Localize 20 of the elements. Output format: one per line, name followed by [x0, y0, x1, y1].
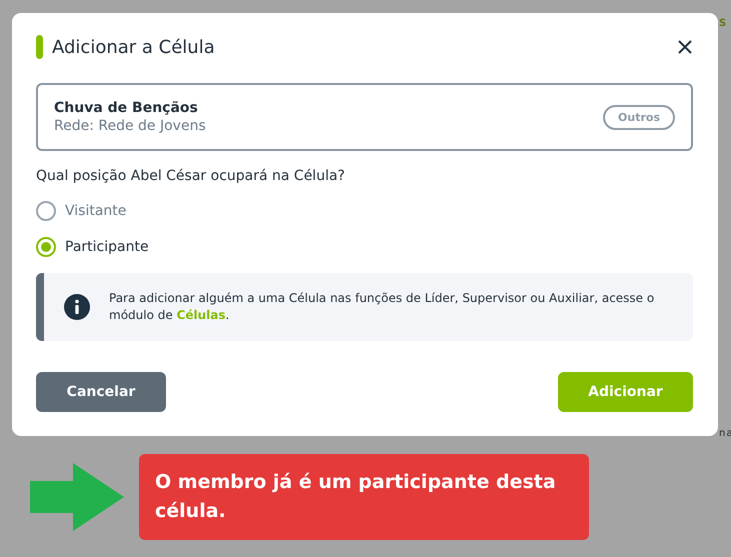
radio-label: Participante: [65, 239, 149, 255]
notice-text: Para adicionar alguém a uma Célula nas funções de Líder, Supervisor ou Auxiliar, acesse o módulo de Células.: [109, 290, 656, 324]
toast-message: O membro já é um participante desta célula.: [155, 470, 557, 524]
add-button[interactable]: Adicionar: [558, 372, 693, 412]
link[interactable]: S: [719, 18, 731, 29]
radio-button[interactable]: [36, 237, 56, 257]
cells-link[interactable]: Células: [176, 308, 226, 322]
close-button[interactable]: [677, 39, 693, 55]
cancel-button[interactable]: Cancelar: [36, 372, 166, 412]
group-network: Rede: Rede de Jovens: [54, 118, 207, 134]
group-name: Chuva de Bençãos: [54, 100, 199, 116]
category-tag: Outros: [603, 104, 675, 130]
arrow-icon: [30, 463, 124, 531]
info-icon: [64, 294, 90, 320]
question-text: Qual posição Abel César ocupará na Célula?: [36, 168, 346, 184]
radio-label: Visitante: [65, 203, 126, 219]
accent-bar: [36, 35, 43, 59]
radio-button[interactable]: [36, 201, 56, 221]
dialog-title: Adicionar a Célula: [52, 36, 216, 58]
background-text: n a: [719, 428, 731, 439]
